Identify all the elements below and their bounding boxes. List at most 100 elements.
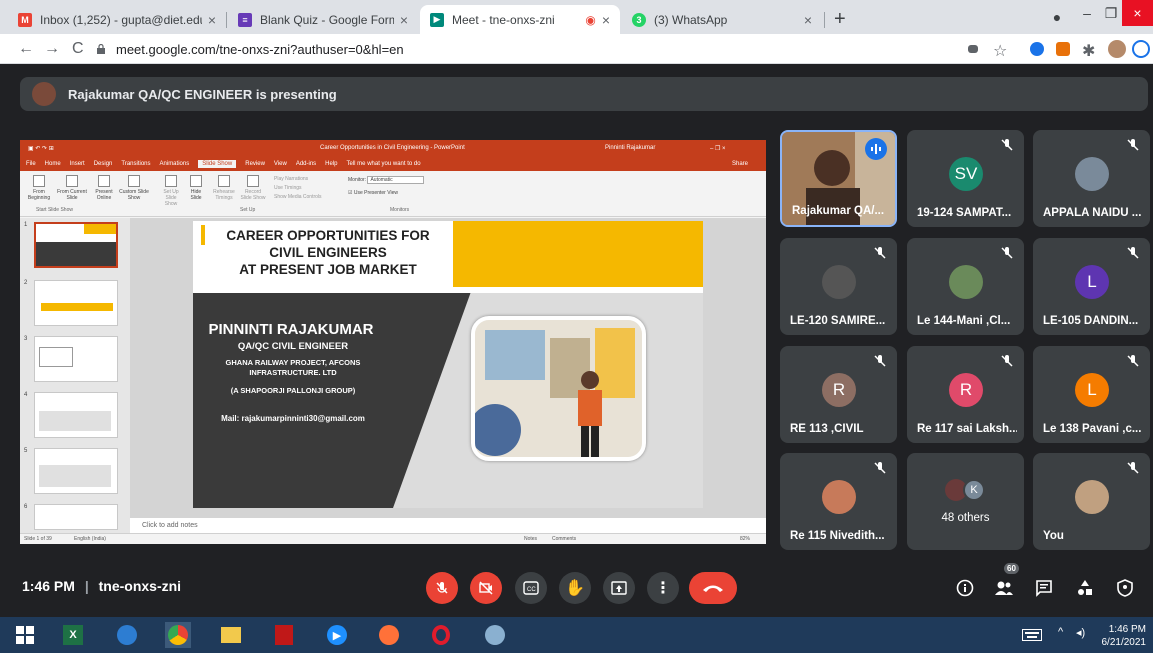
chrome-app[interactable]	[165, 622, 191, 648]
avatar[interactable]	[1108, 40, 1126, 58]
camera-off-icon	[479, 581, 493, 595]
tab-divider	[824, 12, 825, 28]
ribbon: From Beginning From Current Slide Presen…	[20, 171, 766, 217]
participant-name: APPALA NAIDU ...	[1043, 207, 1142, 219]
close-icon[interactable]: ×	[208, 12, 216, 28]
forms-icon: ≡	[238, 12, 252, 27]
powerpoint-title-bar: ▣ ↶ ↷ ⊞ Career Opportunities in Civil En…	[20, 140, 766, 156]
activities-button[interactable]	[1074, 577, 1096, 599]
windows-taskbar: X ▶ ^ ◂) 1:46 PM 6/21/2021	[0, 617, 1153, 653]
browser-toolbar: ← → C meet.google.com/tne-onxs-zni?authu…	[0, 34, 1153, 64]
mcafee-app[interactable]	[271, 622, 297, 648]
opera-app[interactable]	[428, 622, 454, 648]
host-controls-button[interactable]	[1114, 577, 1136, 599]
participant-tile[interactable]: SV 19-124 SAMPAT...	[907, 130, 1024, 227]
participant-tile[interactable]: Le 144-Mani ,Cl...	[907, 238, 1024, 335]
participant-tile[interactable]: APPALA NAIDU ...	[1033, 130, 1150, 227]
ribbon-tab: Insert	[69, 160, 85, 167]
media-player-app[interactable]: ▶	[324, 622, 350, 648]
tab-gmail[interactable]: M Inbox (1,252) - gupta@diet.edu.i ×	[8, 5, 226, 34]
excel-icon: X	[63, 625, 83, 645]
presenting-text: Rajakumar QA/QC ENGINEER is presenting	[68, 86, 337, 102]
ribbon-tab: Home	[44, 160, 61, 167]
leave-call-button[interactable]	[689, 572, 737, 604]
meeting-details-button[interactable]	[954, 577, 976, 599]
participant-name: Re 115 Nivedith...	[790, 530, 885, 542]
lock-icon	[97, 44, 105, 54]
extension-icon[interactable]	[1056, 42, 1070, 56]
thumb-number: 6	[24, 504, 28, 510]
excel-app[interactable]: X	[60, 622, 86, 648]
people-icon	[995, 581, 1013, 595]
tab-title: (3) WhatsApp	[654, 12, 728, 27]
address-bar[interactable]: meet.google.com/tne-onxs-zni?authuser=0&…	[96, 38, 936, 60]
keyboard-icon[interactable]	[1022, 629, 1042, 644]
participant-tile[interactable]: LE-120 SAMIRE...	[780, 238, 897, 335]
back-icon[interactable]: ←	[18, 40, 34, 58]
meeting-info: 1:46 PM | tne-onxs-zni	[22, 578, 182, 594]
participant-tile[interactable]: L LE-105 DANDIN...	[1033, 238, 1150, 335]
file-explorer-app[interactable]	[218, 622, 244, 648]
tab-meet[interactable]: ▶ Meet - tne-onxs-zni ◉ ×	[420, 5, 620, 34]
participant-tile[interactable]: R RE 113 ,CIVIL	[780, 346, 897, 443]
mic-muted-icon	[1001, 247, 1013, 259]
ribbon-tab: Add-ins	[295, 160, 317, 167]
presenter-role: QA/QC CIVIL ENGINEER	[237, 341, 349, 352]
avatar	[1075, 480, 1109, 514]
captions-button[interactable]: CC	[515, 572, 547, 604]
participant-tile[interactable]: R Re 117 sai Laksh...	[907, 346, 1024, 443]
chat-button[interactable]	[1033, 577, 1055, 599]
menu-icon[interactable]	[1132, 40, 1150, 58]
powerpoint-status-bar: Slide 1 of 39 English (India) Notes Comm…	[20, 533, 766, 544]
extensions-puzzle-icon[interactable]: ✱	[1082, 41, 1095, 61]
participant-tile-others[interactable]: K 48 others	[907, 453, 1024, 550]
camera-indicator-icon[interactable]	[968, 45, 978, 53]
participant-tile-presenter[interactable]: Rajakumar QA/...	[780, 130, 897, 227]
new-tab-button[interactable]: +	[834, 9, 846, 29]
company-line: INFRASTRUCTURE. LTD	[249, 368, 337, 377]
present-button[interactable]	[603, 572, 635, 604]
bookmark-star-icon[interactable]: ☆	[993, 41, 1007, 61]
mic-muted-icon	[1001, 139, 1013, 151]
others-count: 48 others	[941, 512, 990, 524]
mic-muted-icon	[1127, 355, 1139, 367]
extension-icon[interactable]	[1030, 42, 1044, 56]
people-button[interactable]	[993, 577, 1015, 599]
mic-muted-icon	[1001, 355, 1013, 367]
participant-tile[interactable]: Re 115 Nivedith...	[780, 453, 897, 550]
forward-icon[interactable]: →	[44, 40, 60, 58]
volume-icon[interactable]: ◂)	[1076, 626, 1085, 639]
close-icon[interactable]: ×	[602, 12, 610, 28]
system-clock[interactable]: 1:46 PM 6/21/2021	[1098, 623, 1147, 649]
show-hidden-icons[interactable]: ^	[1058, 626, 1063, 638]
ribbon-tabs: File Home Insert Design Transitions Anim…	[20, 156, 766, 171]
start-button[interactable]	[12, 622, 38, 648]
hide-slide-item: Hide Slide	[186, 175, 206, 201]
more-options-button[interactable]: ⋮	[647, 572, 679, 604]
close-icon[interactable]: ×	[400, 12, 408, 28]
monitor-options: Monitor: Automatic ☑ Use Presenter View	[348, 175, 424, 198]
thumb-number: 1	[24, 222, 28, 228]
playback-options: Play Narrations Use Timings Show Media C…	[274, 176, 322, 200]
participant-tile-self[interactable]: You	[1033, 453, 1150, 550]
present-icon	[611, 581, 627, 595]
raise-hand-button[interactable]: ✋	[559, 572, 591, 604]
control-panel-app[interactable]	[114, 622, 140, 648]
firefox-app[interactable]	[376, 622, 402, 648]
camera-toggle-button[interactable]	[470, 572, 502, 604]
participant-name: Rajakumar QA/...	[792, 205, 885, 217]
group-label: Monitors	[390, 207, 410, 213]
close-window-button[interactable]: ×	[1122, 0, 1153, 26]
close-icon[interactable]: ×	[804, 12, 812, 28]
shield-icon	[1117, 579, 1133, 597]
quick-access-icon: ▣ ↶ ↷ ⊞	[28, 145, 54, 152]
share-label: Share	[732, 160, 749, 167]
tab-forms[interactable]: ≡ Blank Quiz - Google Forms ×	[228, 5, 418, 34]
paint-app[interactable]	[482, 622, 508, 648]
tab-whatsapp[interactable]: 3 (3) WhatsApp ×	[622, 5, 822, 34]
participant-tile[interactable]: L Le 138 Pavani ,c...	[1033, 346, 1150, 443]
profile-icon[interactable]: ●	[1042, 4, 1072, 30]
avatar: R	[949, 373, 983, 407]
mic-toggle-button[interactable]	[426, 572, 458, 604]
reload-icon[interactable]: C	[72, 40, 84, 58]
